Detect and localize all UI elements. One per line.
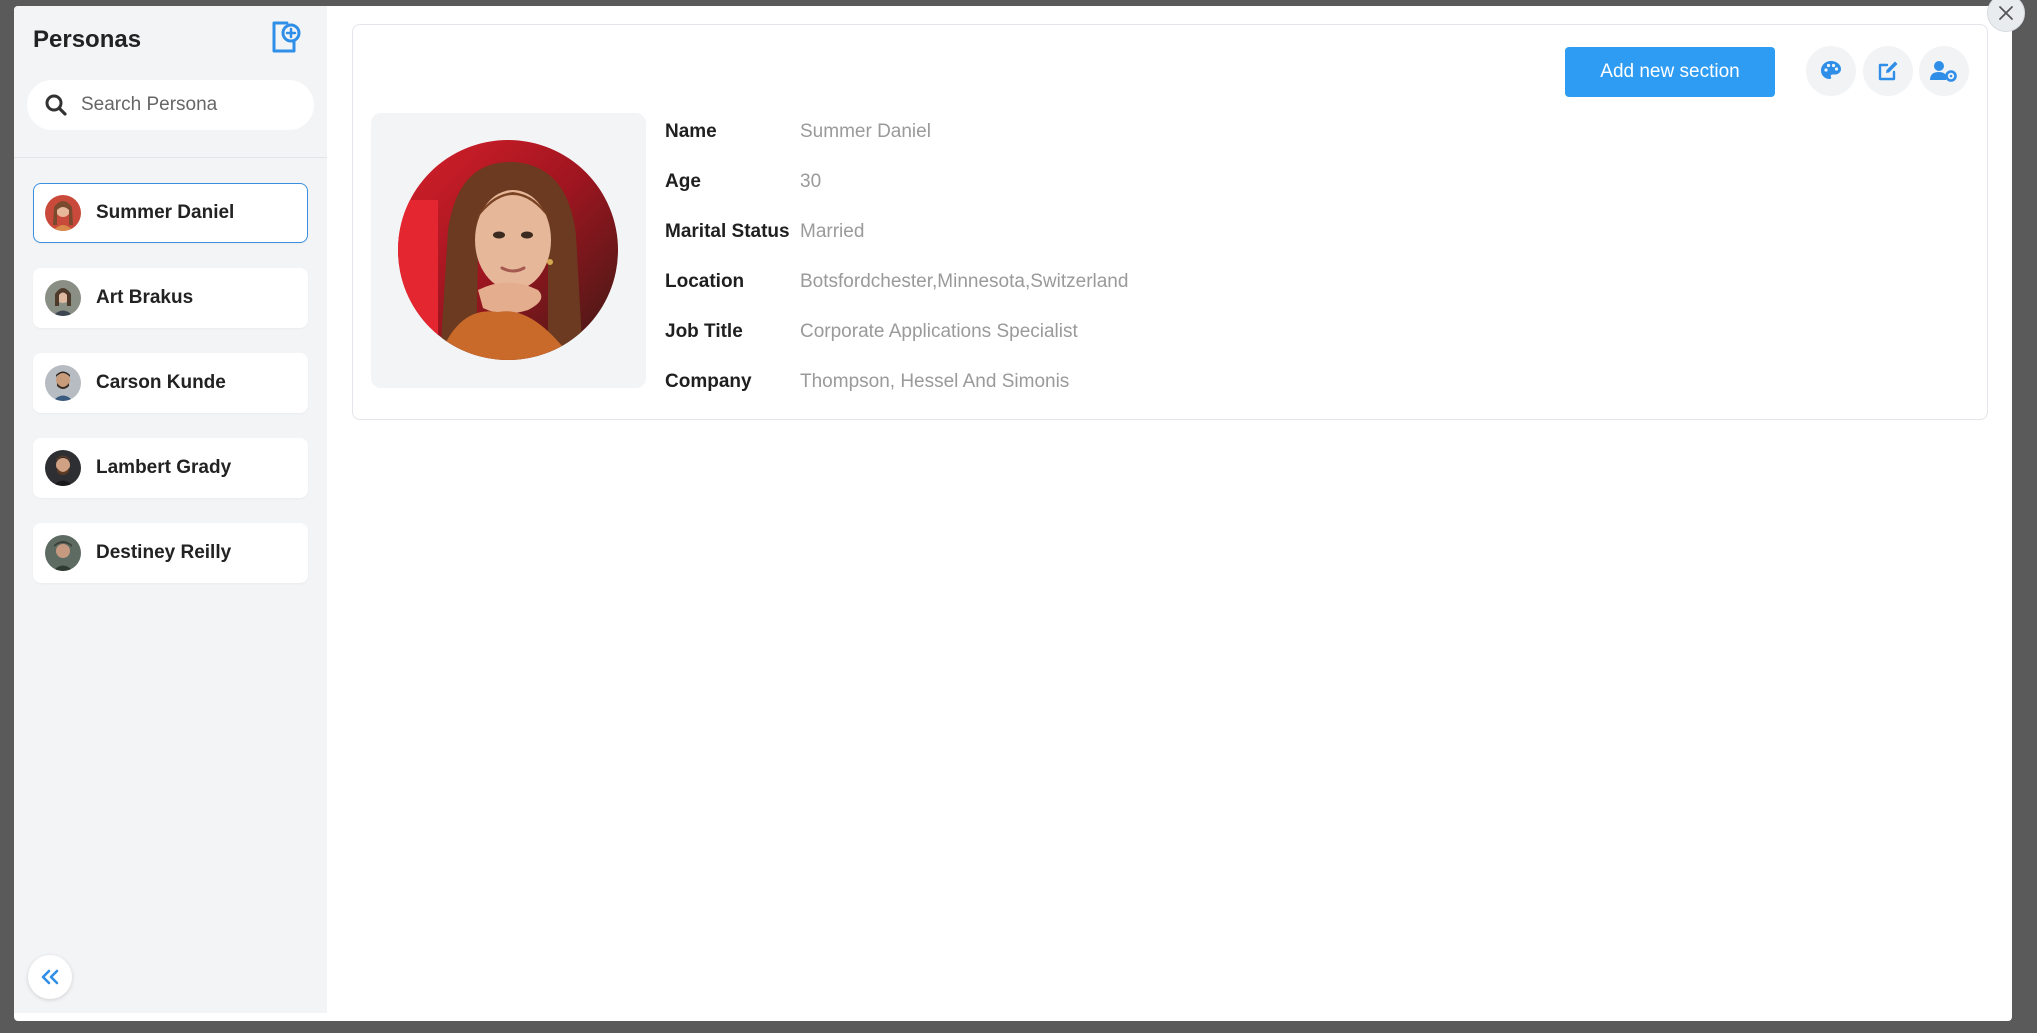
search-icon xyxy=(45,94,67,116)
detail-row-job-title: Job Title Corporate Applications Special… xyxy=(665,307,1128,357)
search-persona[interactable] xyxy=(27,80,314,130)
detail-row-location: Location Botsfordchester,Minnesota,Switz… xyxy=(665,257,1128,307)
detail-label: Company xyxy=(665,371,752,392)
add-new-section-button[interactable]: Add new section xyxy=(1565,47,1775,97)
palette-button[interactable] xyxy=(1806,46,1856,96)
user-settings-button[interactable] xyxy=(1919,46,1969,96)
persona-name: Destiney Reilly xyxy=(96,542,232,563)
persona-item-lambert-grady[interactable]: Lambert Grady xyxy=(33,438,308,498)
avatar xyxy=(45,365,81,401)
persona-photo xyxy=(398,140,618,360)
detail-row-age: Age 30 xyxy=(665,157,1128,207)
persona-list: Summer Daniel Art Brakus Carson Kunde La… xyxy=(33,183,308,608)
edit-icon xyxy=(1878,61,1898,81)
persona-item-art-brakus[interactable]: Art Brakus xyxy=(33,268,308,328)
detail-label: Job Title xyxy=(665,321,743,342)
detail-row-name: Name Summer Daniel xyxy=(665,107,1128,157)
palette-icon xyxy=(1821,61,1841,79)
persona-item-carson-kunde[interactable]: Carson Kunde xyxy=(33,353,308,413)
avatar xyxy=(45,535,81,571)
persona-name: Art Brakus xyxy=(96,287,194,308)
avatar xyxy=(45,195,81,231)
detail-value: Married xyxy=(800,221,865,242)
detail-label: Location xyxy=(665,271,745,292)
persona-name: Lambert Grady xyxy=(96,457,232,478)
add-persona-icon[interactable] xyxy=(270,20,302,54)
persona-details: Name Summer Daniel Age 30 Marital Status… xyxy=(665,107,1128,407)
detail-value: 30 xyxy=(800,171,822,192)
detail-value: Thompson, Hessel And Simonis xyxy=(800,371,1070,392)
detail-value: Summer Daniel xyxy=(800,121,931,142)
persona-name: Summer Daniel xyxy=(96,202,235,223)
persona-name: Carson Kunde xyxy=(96,372,226,393)
persona-sidebar: Personas Summer Daniel xyxy=(14,6,327,1013)
sidebar-divider xyxy=(14,157,327,158)
persona-modal: Personas Summer Daniel xyxy=(14,6,2012,1021)
avatar xyxy=(45,280,81,316)
double-chevron-left-icon xyxy=(41,969,59,985)
detail-value: Botsfordchester,Minnesota,Switzerland xyxy=(800,271,1129,292)
persona-item-summer-daniel[interactable]: Summer Daniel xyxy=(33,183,308,243)
search-input[interactable] xyxy=(81,94,301,116)
sidebar-title: Personas xyxy=(33,26,142,53)
detail-row-marital-status: Marital Status Married xyxy=(665,207,1128,257)
detail-row-company: Company Thompson, Hessel And Simonis xyxy=(665,357,1128,407)
persona-item-destiney-reilly[interactable]: Destiney Reilly xyxy=(33,523,308,583)
edit-button[interactable] xyxy=(1863,46,1913,96)
user-settings-icon xyxy=(1930,61,1957,82)
detail-label: Marital Status xyxy=(665,221,790,242)
close-icon xyxy=(1999,6,2013,20)
persona-photo-frame xyxy=(371,113,646,388)
detail-label: Name xyxy=(665,121,717,142)
detail-value: Corporate Applications Specialist xyxy=(800,321,1078,342)
detail-label: Age xyxy=(665,171,701,192)
collapse-sidebar-button[interactable] xyxy=(28,955,72,999)
avatar xyxy=(45,450,81,486)
